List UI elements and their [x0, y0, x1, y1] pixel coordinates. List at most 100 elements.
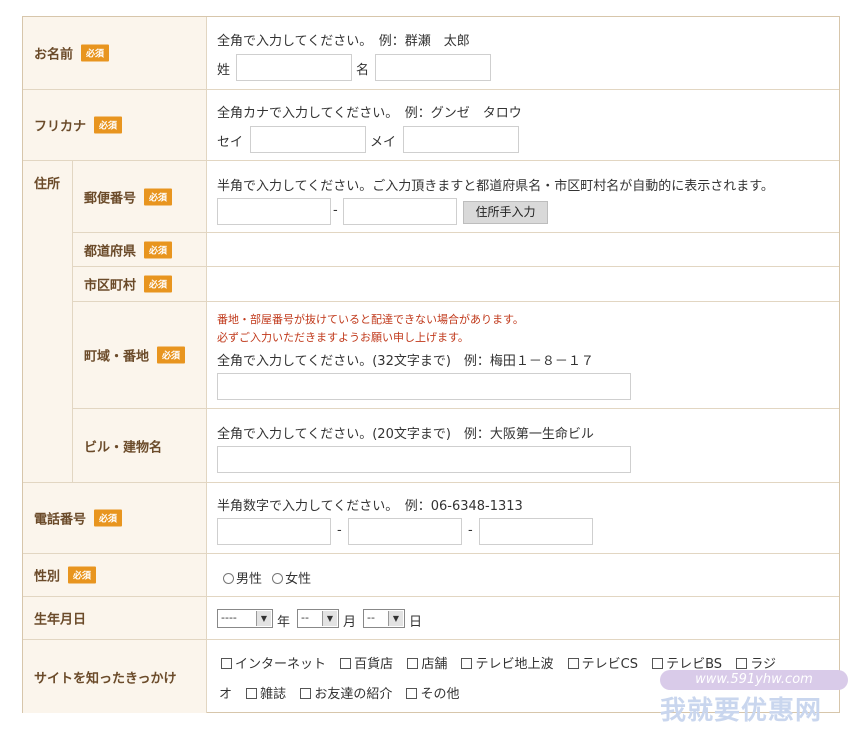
phone-label: 電話番号 — [34, 512, 87, 528]
street-warning-2: 必ずご入力いただきますようお願い申し上げます。 — [217, 331, 469, 344]
kana-first-input[interactable] — [403, 126, 519, 153]
checkbox[interactable] — [407, 658, 419, 669]
checkbox[interactable] — [246, 688, 258, 699]
referral-option-label: その他 — [420, 687, 460, 702]
street-label: 町域・番地 — [84, 349, 150, 365]
birth-day-select[interactable]: -- ▼ — [363, 609, 405, 628]
required-badge: 必須 — [81, 44, 110, 62]
referral-label: サイトを知ったきっかけ — [34, 671, 177, 686]
birthday-input-cell: ---- ▼ 年 -- ▼ 月 -- ▼ 日 — [207, 597, 839, 639]
gender-row: 性別 必須 男性 女性 — [23, 554, 839, 597]
postal-label-cell: 郵便番号 必須 — [73, 161, 207, 232]
name-row: お名前 必須 全角で入力してください。 例：群瀬 太郎 姓 名 — [23, 17, 839, 90]
checkbox[interactable] — [340, 658, 352, 669]
phone-hint: 半角数字で入力してください。 例：06-6348-1313 — [217, 499, 523, 514]
month-unit: 月 — [343, 615, 357, 630]
street-input[interactable] — [217, 373, 631, 400]
building-label: ビル・建物名 — [84, 440, 163, 455]
kana-last-label: セイ — [217, 135, 244, 150]
referral-option-label: 百貨店 — [354, 657, 394, 672]
radio-button[interactable] — [223, 573, 234, 584]
city-row: 市区町村 必須 — [73, 267, 839, 302]
required-badge: 必須 — [144, 241, 173, 258]
city-label-cell: 市区町村 必須 — [73, 267, 207, 301]
watermark-url: www.591yhw.com — [660, 670, 848, 690]
checkbox[interactable] — [461, 658, 473, 669]
required-badge: 必須 — [144, 188, 173, 205]
postal-separator: - — [333, 203, 338, 218]
required-badge: 必須 — [68, 566, 97, 584]
prefecture-label-cell: 都道府県 必須 — [73, 233, 207, 266]
watermark-text: 我就要优惠网 — [660, 696, 823, 726]
checkbox[interactable] — [567, 658, 579, 669]
select-value: -- — [301, 611, 309, 624]
gender-label-cell: 性別 必須 — [23, 554, 207, 596]
checkbox[interactable] — [300, 688, 312, 699]
phone-separator-1: - — [337, 523, 342, 538]
building-input-cell: 全角で入力してください。(20文字まで) 例：大阪第一生命ビル — [207, 409, 839, 482]
building-input[interactable] — [217, 446, 631, 473]
postal-code-first-input[interactable] — [217, 198, 331, 225]
referral-option-label: テレビ地上波 — [475, 657, 554, 672]
referral-option-label: テレビCS — [581, 657, 638, 672]
referral-option-label: お友達の紹介 — [314, 687, 393, 702]
referral-option[interactable]: テレビ地上波 — [461, 657, 553, 672]
street-label-cell: 町域・番地 必須 — [73, 302, 207, 408]
last-name-label: 姓 — [217, 63, 231, 78]
required-badge: 必須 — [94, 116, 123, 134]
checkbox[interactable] — [221, 658, 232, 669]
gender-input-cell: 男性 女性 — [207, 554, 839, 596]
phone-third-input[interactable] — [479, 518, 593, 545]
referral-option[interactable]: その他 — [406, 687, 459, 702]
referral-option[interactable]: 百貨店 — [340, 657, 393, 672]
checkbox[interactable] — [736, 658, 748, 669]
day-unit: 日 — [409, 615, 423, 630]
phone-label-cell: 電話番号 必須 — [23, 483, 207, 553]
chevron-down-icon: ▼ — [322, 611, 337, 626]
address-label: 住所 — [34, 177, 61, 192]
name-input-cell: 全角で入力してください。 例：群瀬 太郎 姓 名 — [207, 17, 839, 89]
city-label: 市区町村 — [84, 278, 137, 294]
radio-button[interactable] — [272, 573, 284, 584]
gender-option-female[interactable]: 女性 — [272, 572, 311, 587]
phone-separator-2: - — [468, 523, 473, 538]
manual-address-button[interactable]: 住所手入力 — [463, 201, 548, 224]
chevron-down-icon: ▼ — [256, 611, 271, 626]
referral-option[interactable]: お友達の紹介 — [300, 687, 392, 702]
name-hint: 全角で入力してください。 例：群瀬 太郎 — [217, 34, 470, 49]
referral-option[interactable]: インターネット — [221, 657, 326, 672]
kana-last-input[interactable] — [250, 126, 366, 153]
referral-option[interactable]: テレビCS — [567, 657, 638, 672]
postal-row: 郵便番号 必須 半角で入力してください。ご入力頂きますと都道府県名・市区町村名が自… — [73, 161, 839, 233]
kana-first-label: メイ — [370, 135, 397, 150]
kana-label-cell: フリカナ 必須 — [23, 90, 207, 160]
gender-option-label: 男性 — [236, 572, 263, 587]
postal-code-second-input[interactable] — [343, 198, 457, 225]
birth-year-select[interactable]: ---- ▼ — [217, 609, 273, 628]
checkbox[interactable] — [652, 658, 664, 669]
kana-row: フリカナ 必須 全角カナで入力してください。 例：グンゼ タロウ セイ メイ — [23, 90, 839, 161]
phone-first-input[interactable] — [217, 518, 331, 545]
kana-hint: 全角カナで入力してください。 例：グンゼ タロウ — [217, 106, 522, 121]
checkbox[interactable] — [406, 688, 418, 699]
first-name-input[interactable] — [375, 54, 491, 81]
building-row: ビル・建物名 全角で入力してください。(20文字まで) 例：大阪第一生命ビル — [73, 409, 839, 483]
last-name-input[interactable] — [236, 54, 352, 81]
first-name-label: 名 — [356, 63, 370, 78]
registration-form: お名前 必須 全角で入力してください。 例：群瀬 太郎 姓 名 フリカナ 必須 全角… — [22, 16, 840, 713]
gender-option-male[interactable]: 男性 — [223, 572, 262, 587]
prefecture-row: 都道府県 必須 — [73, 233, 839, 267]
referral-options-line2: オ 雑誌 お友達の紹介 その他 — [219, 683, 459, 702]
prefecture-value-cell — [207, 233, 839, 266]
referral-option[interactable]: 雑誌 — [246, 687, 286, 702]
referral-option[interactable]: 店舗 — [407, 657, 447, 672]
select-value: ---- — [221, 611, 237, 624]
name-label: お名前 — [34, 47, 74, 63]
address-label-cell: 住所 — [23, 161, 73, 483]
birthday-label: 生年月日 — [34, 612, 87, 628]
phone-row: 電話番号 必須 半角数字で入力してください。 例：06-6348-1313 - - — [23, 483, 839, 554]
birth-month-select[interactable]: -- ▼ — [297, 609, 339, 628]
gender-option-label: 女性 — [285, 572, 312, 587]
phone-second-input[interactable] — [348, 518, 462, 545]
postal-input-cell: 半角で入力してください。ご入力頂きますと都道府県名・市区町村名が自動的に表示され… — [207, 161, 839, 232]
